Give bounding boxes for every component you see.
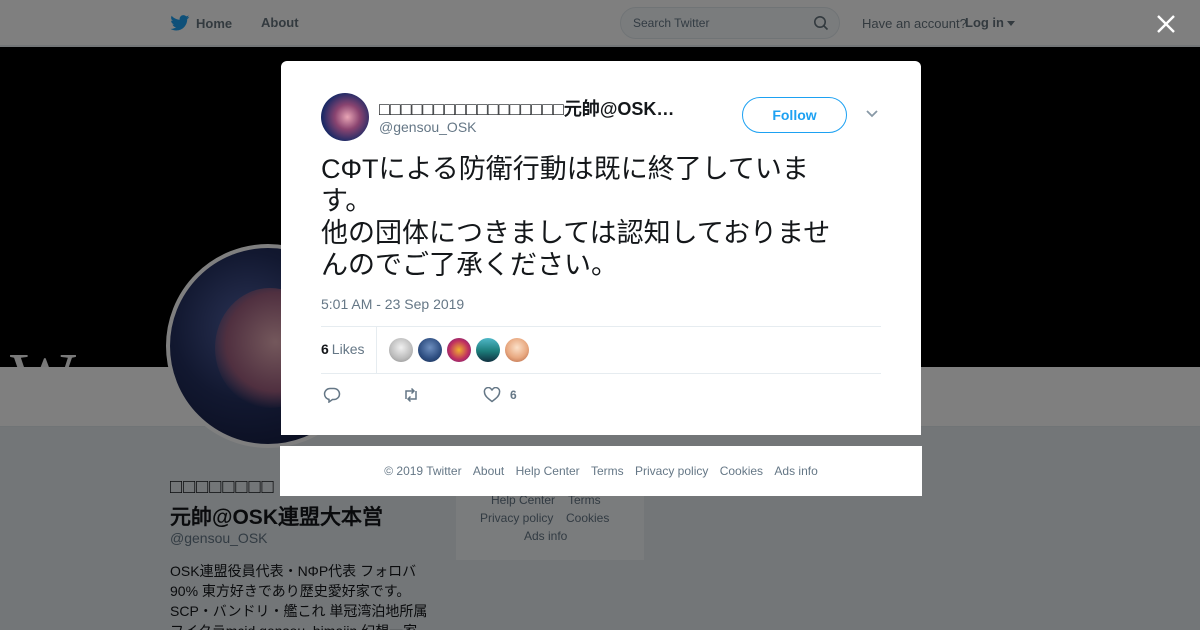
tweet-timestamp[interactable]: 5:01 AM - 23 Sep 2019: [321, 296, 464, 312]
tweet-author-handle[interactable]: @gensou_OSK: [379, 119, 477, 135]
divider: [321, 326, 881, 327]
close-icon[interactable]: [1152, 10, 1180, 38]
likes-stat[interactable]: 6 Likes: [321, 341, 364, 357]
footer-link-about[interactable]: About: [473, 464, 504, 478]
likes-label: Likes: [331, 341, 365, 357]
chevron-down-icon[interactable]: [865, 109, 879, 119]
footer-copyright: © 2019 Twitter: [384, 464, 462, 478]
divider: [376, 327, 377, 373]
like-heart-icon[interactable]: [483, 387, 501, 403]
tweet-author-avatar[interactable]: [321, 93, 369, 141]
liker-avatar[interactable]: [389, 338, 413, 362]
modal-footer: © 2019 Twitter About Help Center Terms P…: [280, 446, 922, 496]
footer-link-privacy[interactable]: Privacy policy: [635, 464, 708, 478]
tweet-text: CΦTによる防衛行動は既に終了していま す。 他の団体につきましては認知しており…: [321, 154, 831, 280]
footer-link-terms[interactable]: Terms: [591, 464, 624, 478]
footer-links: © 2019 Twitter About Help Center Terms P…: [280, 464, 922, 478]
like-action-count: 6: [510, 388, 517, 402]
liker-avatar[interactable]: [447, 338, 471, 362]
reply-icon[interactable]: [323, 387, 341, 403]
retweet-icon[interactable]: [402, 387, 420, 403]
liker-avatar[interactable]: [505, 338, 529, 362]
likes-count: 6: [321, 341, 329, 357]
footer-link-help-center[interactable]: Help Center: [516, 464, 580, 478]
footer-link-ads-info[interactable]: Ads info: [774, 464, 817, 478]
liker-avatar[interactable]: [418, 338, 442, 362]
divider: [321, 373, 881, 374]
tweet-author-name[interactable]: □□□□□□□□□□□□□□□□□元帥@OSK連盟大本営: [379, 95, 689, 121]
liker-avatar[interactable]: [476, 338, 500, 362]
tweet-modal: □□□□□□□□□□□□□□□□□元帥@OSK連盟大本営 @gensou_OSK…: [281, 61, 921, 435]
follow-button[interactable]: Follow: [742, 97, 847, 133]
footer-link-cookies[interactable]: Cookies: [720, 464, 763, 478]
